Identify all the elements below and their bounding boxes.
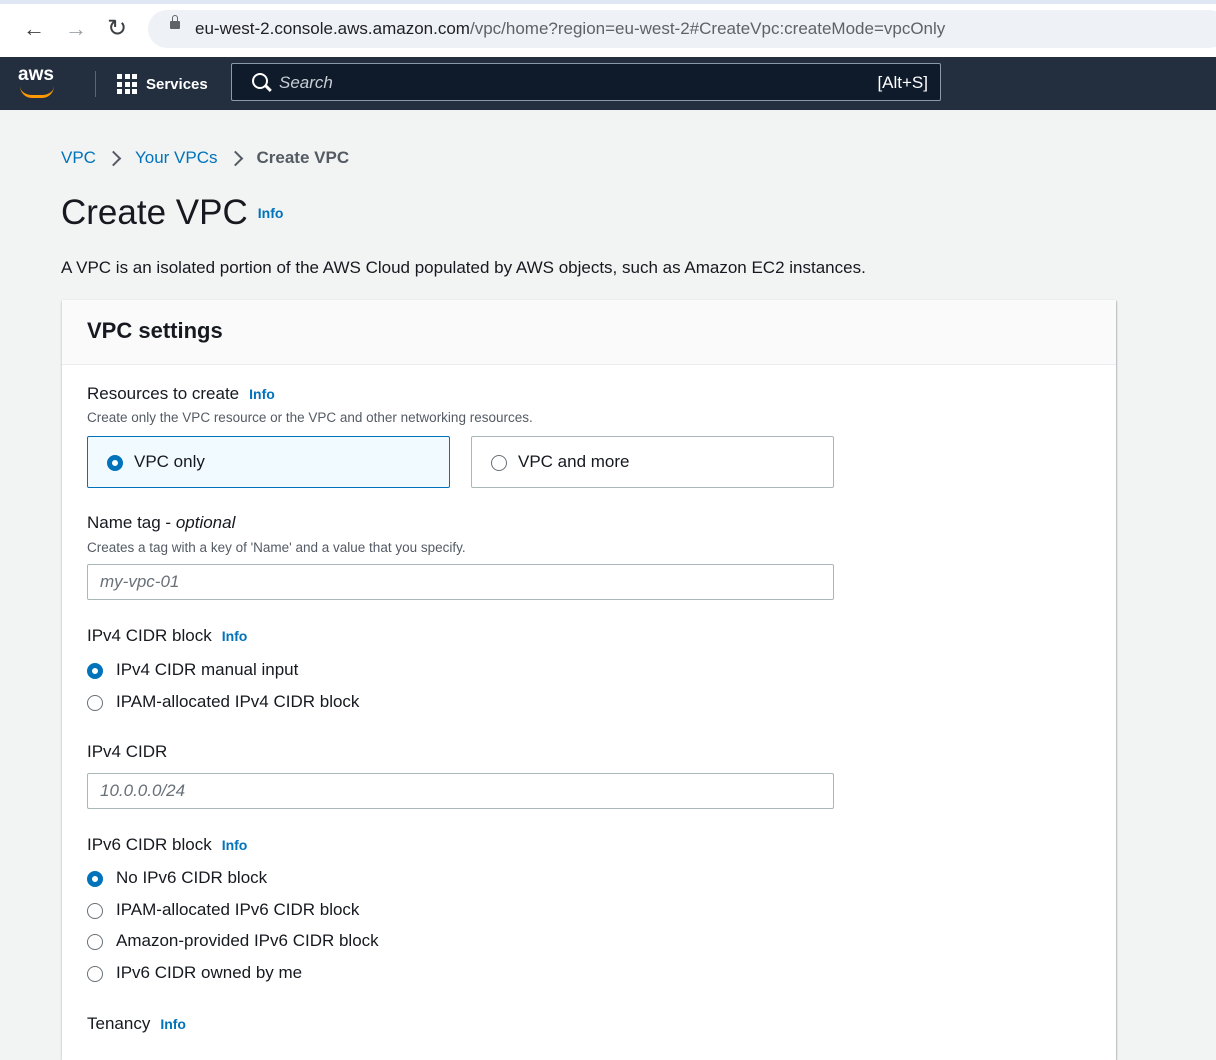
radio-selected-icon xyxy=(87,663,103,679)
breadcrumb-your-vpcs[interactable]: Your VPCs xyxy=(135,148,218,168)
back-arrow-icon[interactable]: ← xyxy=(21,14,47,44)
aws-top-navigation: aws Services Search [Alt+S] xyxy=(0,57,1216,110)
name-tag-input[interactable] xyxy=(88,565,833,599)
breadcrumb: VPC Your VPCs Create VPC xyxy=(61,148,349,168)
url-text: eu-west-2.console.aws.amazon.com/vpc/hom… xyxy=(195,19,945,39)
search-shortcut-hint: [Alt+S] xyxy=(877,73,928,92)
radio-unselected-icon xyxy=(491,455,507,471)
radio-ipv4-manual-label: IPv4 CIDR manual input xyxy=(116,660,299,679)
radio-ipv6-ipam-label: IPAM-allocated IPv6 CIDR block xyxy=(116,900,360,919)
nav-divider xyxy=(95,71,96,97)
page-title: Create VPC Info xyxy=(61,193,283,233)
page-info-link[interactable]: Info xyxy=(258,205,284,221)
panel-header: VPC settings xyxy=(62,300,1116,365)
ipv4-block-label-text: IPv4 CIDR block xyxy=(87,626,212,645)
search-placeholder: Search xyxy=(279,73,333,92)
radio-unselected-icon xyxy=(87,903,103,919)
ipv4-cidr-label: IPv4 CIDR xyxy=(87,742,168,761)
grid-icon xyxy=(117,74,137,94)
tenancy-label-text: Tenancy xyxy=(87,1014,151,1033)
page-description: A VPC is an isolated portion of the AWS … xyxy=(61,258,866,277)
breadcrumb-create-vpc: Create VPC xyxy=(256,148,350,167)
name-tag-field[interactable] xyxy=(87,564,834,600)
ipv6-block-info-link[interactable]: Info xyxy=(222,837,248,853)
name-tag-label: Name tag - optional xyxy=(87,513,235,533)
radio-no-ipv6-label: No IPv6 CIDR block xyxy=(116,868,268,887)
radio-ipv6-owned-label: IPv6 CIDR owned by me xyxy=(116,963,303,982)
ipv4-cidr-input[interactable] xyxy=(88,774,833,808)
radio-selected-icon xyxy=(107,455,123,471)
forward-arrow-icon[interactable]: → xyxy=(63,14,89,44)
radio-selected-icon xyxy=(87,871,103,887)
resources-info-link[interactable]: Info xyxy=(249,386,275,402)
name-tag-label-text: Name tag - xyxy=(87,513,176,532)
resources-label: Resources to create Info xyxy=(87,384,275,404)
radio-unselected-icon xyxy=(87,695,103,711)
ipv6-block-label: IPv6 CIDR block Info xyxy=(87,835,247,855)
page-title-text: Create VPC xyxy=(61,193,248,232)
breadcrumb-vpc[interactable]: VPC xyxy=(61,148,96,168)
ipv4-cidr-field[interactable] xyxy=(87,773,834,809)
radio-unselected-icon xyxy=(87,934,103,950)
aws-smile-icon xyxy=(20,86,54,98)
aws-logo-text: aws xyxy=(18,64,54,85)
ipv4-block-label: IPv4 CIDR block Info xyxy=(87,626,247,646)
chevron-right-icon xyxy=(105,150,122,166)
url-host: eu-west-2.console.aws.amazon.com xyxy=(195,19,470,38)
resources-label-text: Resources to create xyxy=(87,384,240,403)
chevron-right-icon xyxy=(227,150,243,166)
tile-vpc-only[interactable]: VPC only xyxy=(87,436,450,488)
radio-ipv4-ipam-label: IPAM-allocated IPv4 CIDR block xyxy=(116,692,360,711)
tile-vpc-and-more-label: VPC and more xyxy=(518,452,630,471)
address-bar[interactable]: eu-west-2.console.aws.amazon.com/vpc/hom… xyxy=(148,10,1216,48)
ipv4-block-info-link[interactable]: Info xyxy=(222,628,248,644)
url-path: /vpc/home?region=eu-west-2#CreateVpc:cre… xyxy=(469,19,946,38)
vpc-settings-panel: VPC settings Resources to create Info Cre… xyxy=(62,300,1116,1060)
radio-unselected-icon xyxy=(87,966,103,982)
name-tag-description: Creates a tag with a key of 'Name' and a… xyxy=(87,540,466,555)
tenancy-label: Tenancy Info xyxy=(87,1014,186,1034)
search-input[interactable]: Search [Alt+S] xyxy=(231,63,941,101)
aws-logo[interactable]: aws xyxy=(18,64,62,100)
tenancy-info-link[interactable]: Info xyxy=(160,1016,186,1032)
resources-description: Create only the VPC resource or the VPC … xyxy=(87,410,533,425)
services-menu-button[interactable]: Services xyxy=(117,72,208,96)
tile-vpc-only-label: VPC only xyxy=(134,452,205,471)
name-tag-optional: optional xyxy=(175,513,236,532)
reload-icon[interactable]: ↻ xyxy=(104,14,130,44)
search-icon xyxy=(252,73,268,89)
tile-vpc-and-more[interactable]: VPC and more xyxy=(471,436,834,488)
browser-toolbar: ← → ↻ eu-west-2.console.aws.amazon.com/v… xyxy=(0,0,1216,57)
panel-title: VPC settings xyxy=(87,318,223,343)
ipv6-block-label-text: IPv6 CIDR block xyxy=(87,835,212,854)
lock-icon xyxy=(170,15,180,29)
radio-ipv6-amazon-label: Amazon-provided IPv6 CIDR block xyxy=(116,931,379,950)
services-label: Services xyxy=(146,75,208,93)
